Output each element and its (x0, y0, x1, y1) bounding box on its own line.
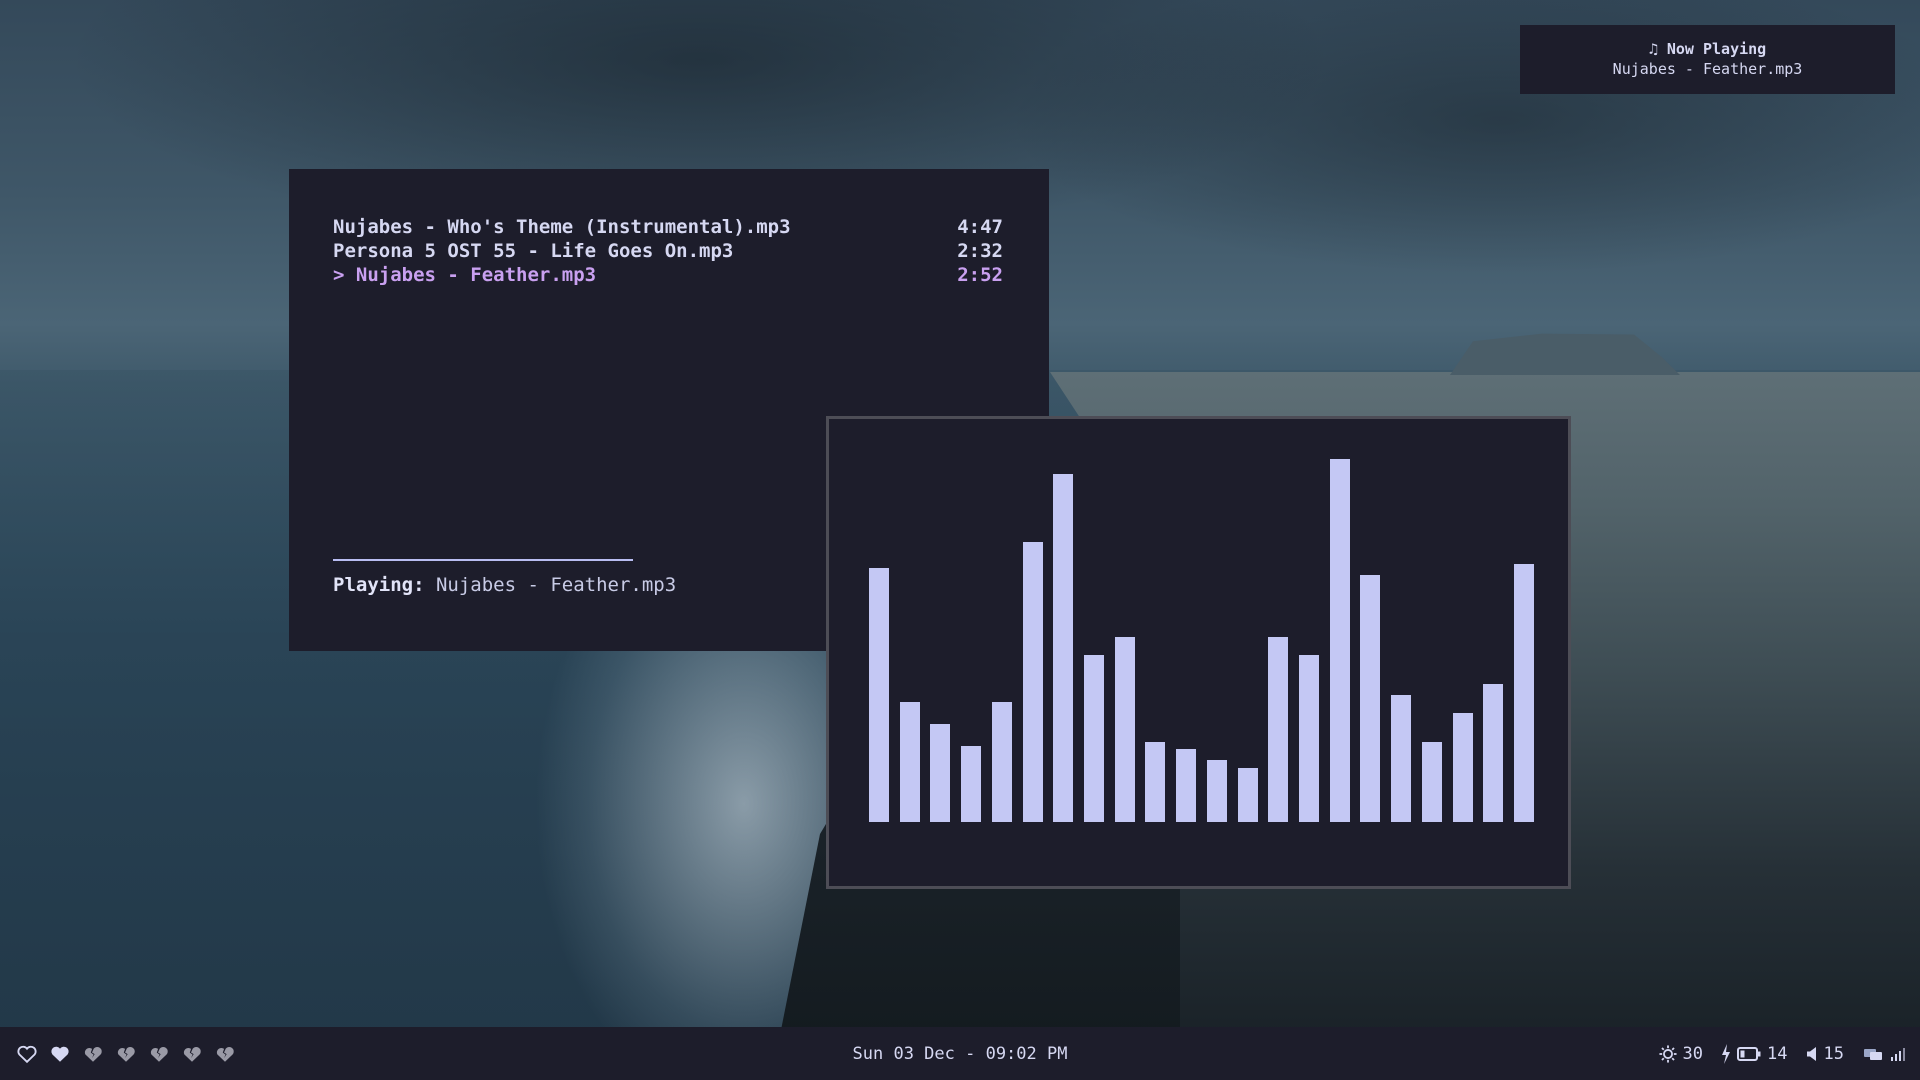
visualizer-bar (1176, 749, 1196, 822)
brightness-icon (1658, 1045, 1677, 1063)
visualizer-bar (1391, 695, 1411, 822)
visualizer-bar (1299, 655, 1319, 822)
visualizer-bar (1483, 684, 1503, 822)
track-duration: 4:47 (957, 216, 1003, 238)
charging-icon (1722, 1044, 1731, 1064)
visualizer-bar (1238, 768, 1258, 822)
visualizer-bar (1053, 474, 1073, 822)
now-playing-divider (333, 559, 633, 561)
battery-value: 14 (1767, 1044, 1788, 1064)
track-duration: 2:52 (957, 264, 1003, 286)
brightness-module[interactable]: 30 (1658, 1044, 1704, 1064)
visualizer-bar (1453, 713, 1473, 822)
playlist: Nujabes - Who's Theme (Instrumental).mp3… (333, 215, 1003, 287)
battery-icon (1737, 1047, 1761, 1061)
tray-extra[interactable] (1862, 1046, 1906, 1062)
visualizer-bar (961, 746, 981, 822)
visualizer-bar (1422, 742, 1442, 822)
visualizer-bar (1360, 575, 1380, 822)
audio-visualizer-window[interactable] (826, 416, 1571, 889)
battery-module[interactable]: 14 (1721, 1044, 1788, 1064)
volume-icon (1806, 1047, 1816, 1061)
playlist-track-2[interactable]: Persona 5 OST 55 - Life Goes On.mp3 2:32 (333, 239, 1003, 263)
visualizer-bar (1268, 637, 1288, 822)
now-playing-line: Playing: Nujabes - Feather.mp3 (333, 574, 676, 596)
brightness-value: 30 (1682, 1044, 1704, 1064)
visualizer-bar (1330, 459, 1350, 822)
visualizer-bar (1145, 742, 1165, 822)
track-title: Nujabes - Who's Theme (Instrumental).mp3 (333, 216, 791, 238)
track-duration: 2:32 (957, 240, 1003, 262)
playlist-track-1[interactable]: Nujabes - Who's Theme (Instrumental).mp3… (333, 215, 1003, 239)
system-tray: 30 14 15 (1649, 1042, 1906, 1066)
wallpaper-mountain (1450, 333, 1680, 375)
visualizer-bar (1115, 637, 1135, 822)
now-playing-track: Nujabes - Feather.mp3 (435, 574, 677, 596)
status-bar: Sun 03 Dec - 09:02 PM 30 14 15 (0, 1027, 1920, 1080)
visualizer-bar (930, 724, 950, 822)
network-tray-icon[interactable] (1862, 1046, 1884, 1062)
visualizer-bar (1514, 564, 1534, 822)
notification-body: Nujabes - Feather.mp3 (1612, 60, 1803, 78)
track-title: Persona 5 OST 55 - Life Goes On.mp3 (333, 240, 734, 262)
signal-bars-icon[interactable] (1890, 1047, 1906, 1061)
notification-title: ♫ Now Playing (1648, 40, 1767, 58)
clock[interactable]: Sun 03 Dec - 09:02 PM (0, 1043, 1920, 1065)
volume-value: 15 (1823, 1044, 1844, 1064)
visualizer-bar (900, 702, 920, 822)
visualizer-bars (869, 459, 1534, 822)
visualizer-bar (869, 568, 889, 822)
volume-module[interactable]: 15 (1806, 1044, 1844, 1064)
now-playing-notification[interactable]: ♫ Now Playing Nujabes - Feather.mp3 (1520, 25, 1895, 94)
track-title: > Nujabes - Feather.mp3 (333, 264, 597, 286)
visualizer-bar (992, 702, 1012, 822)
playlist-track-3-selected[interactable]: > Nujabes - Feather.mp3 2:52 (333, 263, 1003, 287)
visualizer-bar (1023, 542, 1043, 822)
visualizer-bar (1207, 760, 1227, 822)
now-playing-label: Playing: (333, 574, 425, 596)
visualizer-bar (1084, 655, 1104, 822)
